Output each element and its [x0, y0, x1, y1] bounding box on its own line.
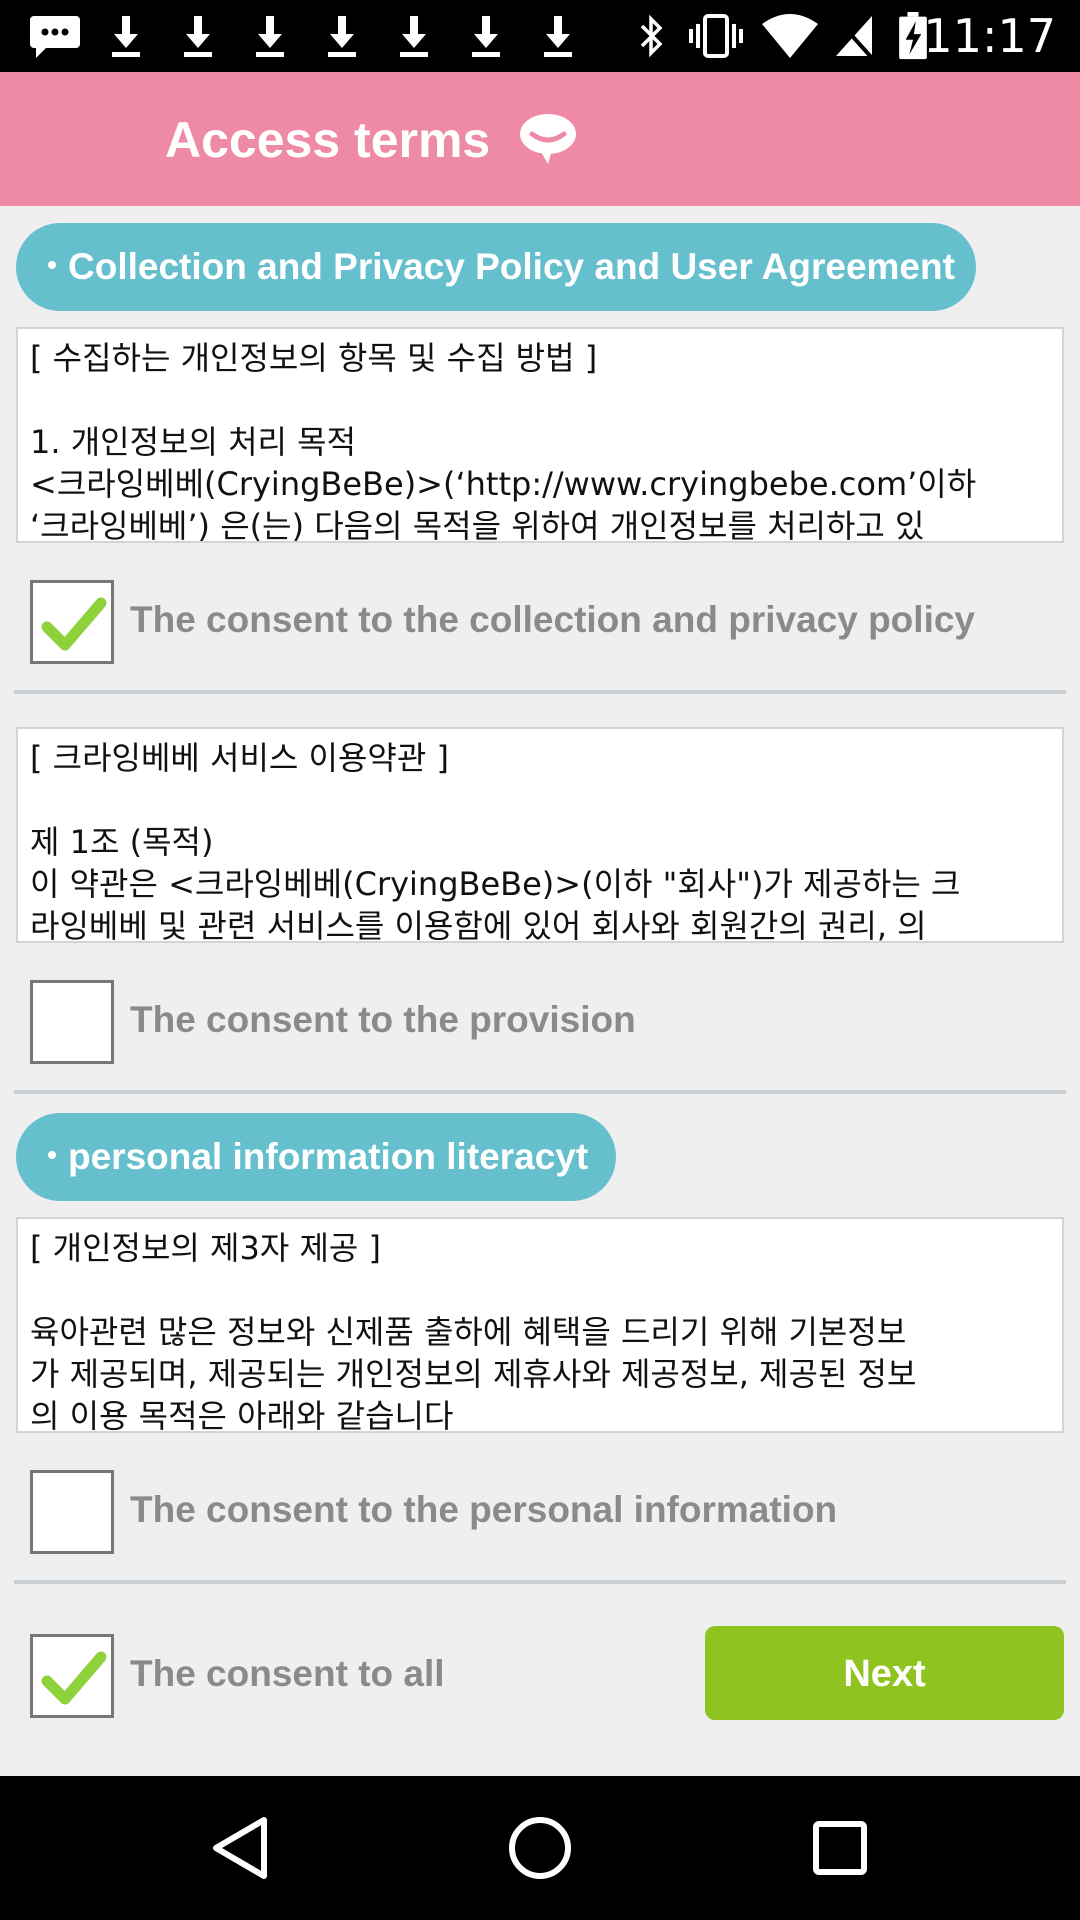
- personal-info-textbox[interactable]: [ 개인정보의 제3자 제공 ] 육아관련 많은 정보와 신제품 출하에 혜택을…: [16, 1217, 1064, 1433]
- speech-bubble-icon: [520, 114, 576, 164]
- checkmark-icon: [41, 1651, 107, 1705]
- message-icon: [30, 16, 80, 58]
- provision-consent-checkbox[interactable]: [30, 980, 114, 1064]
- download-icon: [184, 16, 212, 57]
- download-icon: [112, 16, 140, 57]
- download-icon: [544, 16, 572, 57]
- terms-line: 의 이용 목적은 아래와 같습니다: [30, 1397, 454, 1433]
- download-icon: [328, 16, 356, 57]
- terms-line: <크라잉베베(CryingBeBe)>(‘http://www.cryingbe…: [30, 465, 977, 503]
- divider: [14, 690, 1066, 694]
- section-heading-personal: personal information literacyt: [16, 1113, 616, 1201]
- page-title: Access terms: [165, 112, 491, 168]
- vibrate-icon: [689, 14, 743, 58]
- download-icon: [472, 16, 500, 57]
- consent-all-label: The consent to all: [130, 1653, 445, 1694]
- privacy-consent-row[interactable]: The consent to the collection and privac…: [0, 568, 1080, 668]
- consent-all-row[interactable]: The consent to all: [0, 1622, 680, 1722]
- terms-line: [30, 779, 1050, 821]
- provision-consent-label: The consent to the provision: [130, 999, 636, 1040]
- terms-line: ‘크라잉베베’) 은(는) 다음의 목적을 위하여 개인정보를 처리하고 있: [30, 507, 925, 543]
- terms-line: [ 크라잉베베 서비스 이용약관 ]: [30, 739, 449, 777]
- navigation-bar: [0, 1776, 1080, 1920]
- terms-line: [ 수집하는 개인정보의 항목 및 수집 방법 ]: [30, 339, 598, 377]
- personal-consent-label: The consent to the personal information: [130, 1489, 838, 1530]
- bullet-dot: [48, 261, 56, 270]
- home-icon[interactable]: [460, 1776, 620, 1920]
- divider: [14, 1580, 1066, 1584]
- provision-consent-row[interactable]: The consent to the provision: [0, 968, 1080, 1068]
- terms-line: 1. 개인정보의 처리 목적: [30, 423, 357, 461]
- wifi-icon: [762, 14, 818, 58]
- privacy-terms-textbox[interactable]: [ 수집하는 개인정보의 항목 및 수집 방법 ] 1. 개인정보의 처리 목적…: [16, 327, 1064, 543]
- download-icon: [256, 16, 284, 57]
- clock: 11:17: [923, 9, 1056, 63]
- terms-line: 라잉베베 및 관련 서비스를 이용함에 있어 회사와 회원간의 권리, 의: [30, 907, 927, 943]
- privacy-consent-checkbox[interactable]: [30, 580, 114, 664]
- section-heading-label: Collection and Privacy Policy and User A…: [68, 246, 955, 287]
- section-heading-label: personal information literacyt: [68, 1136, 589, 1177]
- terms-line: 제 1조 (목적): [30, 823, 214, 861]
- provision-terms-textbox[interactable]: [ 크라잉베베 서비스 이용약관 ] 제 1조 (목적) 이 약관은 <크라잉베…: [16, 727, 1064, 943]
- no-sim-icon: [834, 16, 874, 60]
- terms-line: [30, 379, 1050, 421]
- terms-line: [ 개인정보의 제3자 제공 ]: [30, 1229, 381, 1267]
- terms-line: 이 약관은 <크라잉베베(CryingBeBe)>(이하 "회사")가 제공하는…: [30, 865, 961, 903]
- personal-consent-checkbox[interactable]: [30, 1470, 114, 1554]
- terms-line: 가 제공되며, 제공되는 개인정보의 제휴사와 제공정보, 제공된 정보: [30, 1355, 917, 1393]
- bluetooth-icon: [640, 14, 663, 58]
- status-bar: 11:17: [0, 0, 1080, 72]
- privacy-consent-label: The consent to the collection and privac…: [130, 599, 976, 640]
- bullet-dot: [48, 1151, 56, 1160]
- back-icon[interactable]: [160, 1776, 320, 1920]
- divider: [14, 1090, 1066, 1094]
- app-header: Access terms: [0, 72, 1080, 206]
- personal-consent-row[interactable]: The consent to the personal information: [0, 1458, 1080, 1558]
- terms-line: 육아관련 많은 정보와 신제품 출하에 혜택을 드리기 위해 기본정보: [30, 1313, 907, 1351]
- terms-line: [30, 1269, 1050, 1311]
- section-heading-privacy: Collection and Privacy Policy and User A…: [16, 223, 976, 311]
- next-button[interactable]: Next: [705, 1626, 1064, 1720]
- download-icon: [400, 16, 428, 57]
- consent-all-checkbox[interactable]: [30, 1634, 114, 1718]
- checkmark-icon: [41, 597, 107, 651]
- recents-icon[interactable]: [760, 1776, 920, 1920]
